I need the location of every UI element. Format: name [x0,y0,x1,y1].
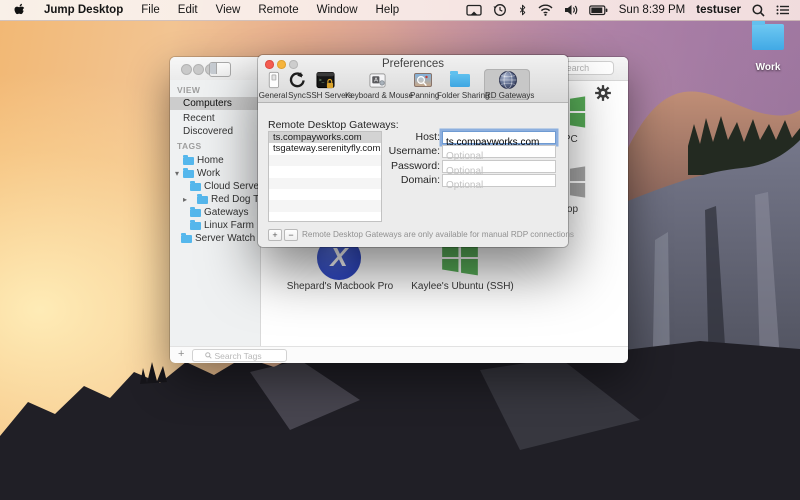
preferences-header[interactable]: Preferences General S [258,55,568,103]
disclosure-collapsed-icon[interactable]: ▸ [183,195,187,204]
disclosure-expanded-icon[interactable]: ▾ [175,169,179,178]
tab-ssh-servers[interactable]: >_ SSH Servers [306,69,344,101]
gateway-list-label: Remote Desktop Gateways: [268,119,399,131]
tag-folder-icon [197,196,208,204]
menu-clock[interactable]: Sun 8:39 PM [619,4,685,16]
rd-gateways-panel: Remote Desktop Gateways: ts.compayworks.… [258,103,568,247]
username-label: Username: [378,145,440,158]
menu-edit[interactable]: Edit [178,4,198,16]
tab-general[interactable]: General [258,69,288,101]
gateway-list-empty-row [269,155,381,166]
tab-keyboard-mouse[interactable]: A Keyboard & Mouse [345,69,409,101]
tag-folder-icon [190,222,201,230]
preferences-window: Preferences General S [258,55,568,247]
host-label: Host: [378,131,440,144]
remove-gateway-button[interactable]: − [284,229,298,241]
domain-label: Domain: [378,174,440,187]
gateway-list-empty-row [269,212,381,222]
tag-folder-icon [181,235,192,243]
menu-file[interactable]: File [141,4,160,16]
tab-sync[interactable]: Sync [288,69,306,101]
tab-rd-gateways-selected[interactable]: RD Gateways [485,69,530,101]
keyboard-mouse-icon: A [345,69,409,91]
tag-folder-icon [183,170,194,178]
gateway-list-empty-row [269,200,381,211]
time-machine-icon[interactable] [493,3,507,17]
tag-search-field[interactable] [192,349,287,362]
sync-arrows-icon [288,69,306,91]
gear-settings-button[interactable] [594,84,612,102]
panning-magnifier-icon [410,69,436,91]
wifi-icon[interactable] [538,4,553,16]
menu-bar: Jump Desktop File Edit View Remote Windo… [0,0,800,21]
desktop-screen: Work VIEW Computers Recent [0,0,800,500]
sidebar: VIEW Computers Recent Discovered TAGS Ho… [170,80,260,346]
tab-panning[interactable]: Panning [410,69,436,101]
battery-icon[interactable] [589,5,608,16]
menu-username[interactable]: testuser [696,4,741,16]
menu-help[interactable]: Help [376,4,400,16]
domain-input[interactable] [443,180,555,191]
spotlight-search-icon[interactable] [752,4,765,17]
host-field[interactable] [442,131,556,144]
shared-folder-icon [437,69,483,91]
svg-text:A: A [374,77,378,83]
tag-search-input[interactable] [215,351,275,361]
computer-label-shepard[interactable]: Shepard's Macbook Pro [275,281,405,292]
terminal-lock-icon: >_ [306,69,344,91]
password-field[interactable] [442,160,556,173]
gateway-list-empty-row [269,178,381,189]
tag-folder-icon [190,209,201,217]
apple-menu-icon[interactable] [14,3,26,17]
folder-icon [752,24,784,50]
sidebar-toggle-button[interactable] [209,62,231,77]
notification-center-icon[interactable] [776,4,790,16]
close-button[interactable] [181,64,192,75]
menu-remote[interactable]: Remote [258,4,298,16]
volume-icon[interactable] [564,4,578,16]
sidebar-tags-header: TAGS [177,141,202,151]
computer-label-kaylee[interactable]: Kaylee's Ubuntu (SSH) [400,281,525,292]
svg-text:>_: >_ [318,77,324,83]
sidebar-tag-server-watch-list[interactable]: Server Watch List [170,232,271,245]
tab-folder-sharing[interactable]: Folder Sharing [437,69,483,101]
tag-folder-icon [183,157,194,165]
add-gateway-button[interactable]: + [268,229,282,241]
gateway-list-item-selected[interactable]: ts.compayworks.com [269,132,381,143]
menu-window[interactable]: Window [317,4,358,16]
search-icon [205,352,212,359]
desktop-folder-work[interactable]: Work [748,22,788,76]
tag-folder-icon [190,183,201,191]
desktop-folder-label: Work [742,62,794,73]
gateway-list-item[interactable]: tsgateway.serenityfly.com [269,143,381,154]
light-switch-icon [258,69,288,91]
gateway-list-empty-row [269,189,381,200]
menu-app-name[interactable]: Jump Desktop [44,4,123,16]
gateway-list[interactable]: ts.compayworks.com tsgateway.serenityfly… [268,131,382,222]
domain-field[interactable] [442,174,556,187]
username-field[interactable] [442,145,556,158]
password-label: Password: [378,160,440,173]
gateway-list-empty-row [269,166,381,177]
sidebar-view-header: VIEW [177,85,200,95]
tag-bottom-bar: + [170,346,628,363]
display-mirroring-icon[interactable] [466,4,482,17]
bluetooth-icon[interactable] [518,3,527,17]
gateway-footnote: Remote Desktop Gateways are only availab… [302,229,574,241]
add-tag-button[interactable]: + [178,348,184,360]
globe-gateway-icon [485,69,530,91]
menu-view[interactable]: View [216,4,241,16]
minimize-button[interactable] [193,64,204,75]
